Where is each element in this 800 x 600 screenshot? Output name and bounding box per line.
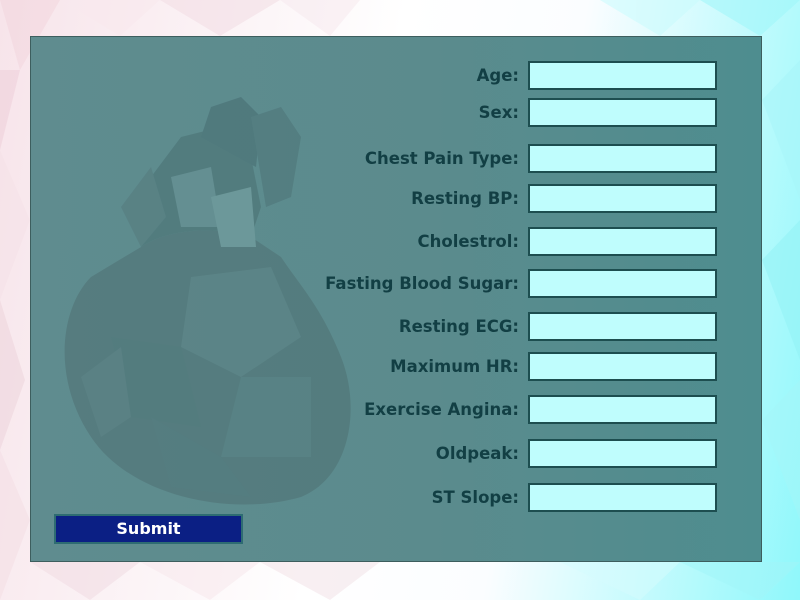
resting-ecg-label: Resting ECG: [398,317,519,336]
st-slope-label: ST Slope: [431,488,519,507]
maximum-hr-row: Maximum HR: [31,352,761,382]
fasting-blood-sugar-input[interactable] [528,269,717,298]
form-panel: Age: Sex: Chest Pain Type: Resting BP: C… [30,36,762,562]
resting-ecg-row: Resting ECG: [31,312,761,342]
exercise-angina-row: Exercise Angina: [31,395,761,425]
fasting-blood-sugar-row: Fasting Blood Sugar: [31,269,761,299]
age-row: Age: [31,61,761,91]
resting-ecg-input[interactable] [528,312,717,341]
resting-bp-label: Resting BP: [411,189,519,208]
oldpeak-label: Oldpeak: [435,444,519,463]
sex-row: Sex: [31,98,761,128]
exercise-angina-label: Exercise Angina: [364,400,519,419]
maximum-hr-label: Maximum HR: [390,357,519,376]
resting-bp-input[interactable] [528,184,717,213]
submit-button[interactable]: Submit [54,514,243,544]
oldpeak-row: Oldpeak: [31,439,761,469]
fasting-blood-sugar-label: Fasting Blood Sugar: [325,274,519,293]
cholestrol-row: Cholestrol: [31,227,761,257]
age-input[interactable] [528,61,717,90]
st-slope-row: ST Slope: [31,483,761,513]
st-slope-input[interactable] [528,483,717,512]
chest-pain-type-label: Chest Pain Type: [364,149,519,168]
sex-input[interactable] [528,98,717,127]
age-label: Age: [476,66,519,85]
chest-pain-type-row: Chest Pain Type: [31,144,761,174]
exercise-angina-input[interactable] [528,395,717,424]
oldpeak-input[interactable] [528,439,717,468]
chest-pain-type-input[interactable] [528,144,717,173]
cholestrol-label: Cholestrol: [417,232,519,251]
cholestrol-input[interactable] [528,227,717,256]
maximum-hr-input[interactable] [528,352,717,381]
resting-bp-row: Resting BP: [31,184,761,214]
sex-label: Sex: [478,103,519,122]
